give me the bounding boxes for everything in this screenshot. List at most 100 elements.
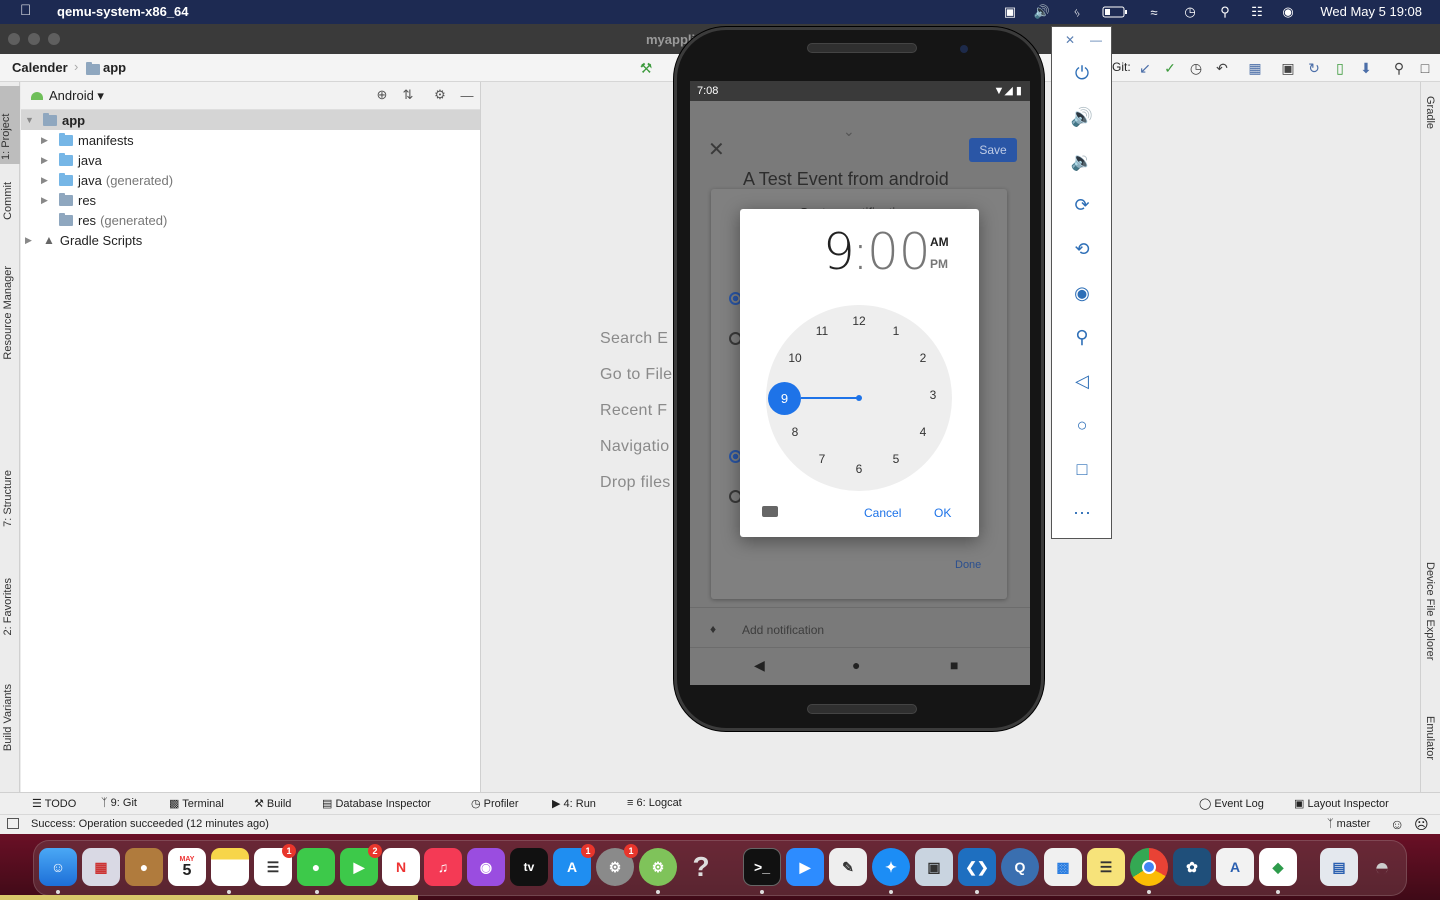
tree-item-java-generated[interactable]: ▶ java (generated) [21, 170, 480, 190]
tab-project[interactable]: 1: Project [0, 86, 20, 164]
mysql-workbench-icon[interactable]: ✿ [1173, 848, 1211, 886]
build-hammer-icon[interactable]: ⚒ [637, 59, 655, 77]
zoom-icon[interactable]: ⚲ [1070, 325, 1094, 349]
tab-terminal[interactable]: ▩ Terminal [169, 797, 224, 810]
android-studio-icon[interactable]: ⚙ [639, 848, 677, 886]
tab-database-inspector[interactable]: ▤ Database Inspector [322, 797, 431, 810]
spotlight-icon[interactable]: ⚲ [1216, 3, 1234, 21]
recents-nav-icon[interactable]: ■ [950, 657, 958, 673]
feedback-happy-icon[interactable]: ☺ [1390, 816, 1404, 832]
tree-item-res-generated[interactable]: res (generated) [21, 210, 480, 230]
sdk-manager-icon[interactable]: ⬇ [1357, 59, 1375, 77]
tree-item-java[interactable]: ▶ java [21, 150, 480, 170]
done-button[interactable]: Done [955, 559, 981, 571]
podcasts-icon[interactable]: ◉ [467, 848, 505, 886]
dial-number[interactable]: 4 [913, 425, 933, 441]
close-icon[interactable]: ✕ [1065, 33, 1075, 47]
numbers-icon[interactable]: ▩ [1044, 848, 1082, 886]
tree-item-app[interactable]: ▼ app [21, 110, 480, 130]
trash-icon[interactable]: ◓ [1363, 848, 1401, 886]
home-nav-icon[interactable]: ● [852, 657, 860, 673]
git-history-icon[interactable]: ◷ [1187, 59, 1205, 77]
dial-number[interactable]: 6 [849, 462, 869, 478]
gear-icon[interactable]: ⚙ [432, 87, 448, 103]
status-toggle-icon[interactable] [7, 818, 19, 829]
back-icon[interactable]: ◁ [1070, 369, 1094, 393]
help-icon[interactable]: ? [682, 848, 720, 886]
project-view-selector[interactable]: Android ▾ [31, 88, 104, 104]
textedit-icon[interactable]: ✎ [829, 848, 867, 886]
tab-structure[interactable]: 7: Structure [2, 470, 14, 527]
tab-gradle[interactable]: Gradle [1424, 96, 1436, 129]
downloads-stack-icon[interactable]: ▤ [1320, 848, 1358, 886]
tree-item-gradle-scripts[interactable]: ▶ ▲ Gradle Scripts [21, 230, 480, 250]
news-icon[interactable]: N [382, 848, 420, 886]
tab-logcat[interactable]: ≡ 6: Logcat [627, 797, 682, 809]
facetime-icon[interactable]: ▶ 2 [340, 844, 382, 886]
close-window-button[interactable] [8, 33, 20, 45]
project-structure-icon[interactable]: ▦ [1246, 59, 1264, 77]
status-message[interactable]: Success: Operation succeeded (12 minutes… [31, 818, 269, 830]
tab-layout-inspector[interactable]: ▣ Layout Inspector [1294, 797, 1389, 810]
zoom-app-icon[interactable]: ▶ [786, 848, 824, 886]
dial-number[interactable]: 8 [785, 425, 805, 441]
dial-number[interactable]: 3 [923, 388, 943, 404]
vscode-icon[interactable]: ❮❯ [958, 848, 996, 886]
tab-run[interactable]: ▶ 4: Run [552, 797, 596, 810]
save-button[interactable]: Save [969, 138, 1017, 162]
hide-panel-icon[interactable]: — [459, 87, 475, 103]
minimize-window-button[interactable] [28, 33, 40, 45]
camera-icon[interactable]: ◉ [1070, 281, 1094, 305]
app-store-icon[interactable]: A1 [553, 844, 595, 886]
more-icon[interactable]: ⋯ [1070, 501, 1094, 525]
tab-resource-manager[interactable]: Resource Manager [2, 266, 14, 360]
safari-icon[interactable]: ✦ [872, 848, 910, 886]
bluetooth-icon[interactable]: ᛃ [1068, 3, 1086, 21]
overview-icon[interactable]: □ [1070, 457, 1094, 481]
ok-button[interactable]: OK [934, 506, 951, 520]
tab-todo[interactable]: ☰ TODO [32, 797, 76, 810]
dial-number[interactable]: 7 [812, 452, 832, 468]
emulator-screen[interactable]: 7:08 ▼◢ ▮ ⌄ ✕ Save A Test Event from and… [690, 81, 1030, 685]
git-update-icon[interactable]: ↙ [1136, 59, 1154, 77]
dial-number[interactable]: 5 [886, 452, 906, 468]
keyboard-icon[interactable] [762, 506, 778, 517]
tab-event-log[interactable]: ◯ Event Log [1199, 797, 1264, 810]
screen-record-icon[interactable]: ▣ [1001, 3, 1019, 21]
menu-clock[interactable]: Wed May 5 19:08 [1320, 4, 1422, 19]
tab-build-variants[interactable]: Build Variants [2, 684, 14, 751]
breadcrumb-project[interactable]: Calender [12, 60, 68, 75]
am-toggle[interactable]: AM [930, 235, 949, 249]
sourcetree-icon[interactable]: ◆ [1259, 848, 1297, 886]
pm-toggle[interactable]: PM [930, 257, 948, 271]
feedback-sad-icon[interactable]: ☹ [1414, 816, 1429, 833]
tab-commit[interactable]: Commit [2, 182, 14, 220]
clock-dial[interactable]: 12 1 2 3 4 5 6 7 8 10 11 9 [766, 305, 952, 491]
launchpad-icon[interactable]: ▦ [82, 848, 120, 886]
chrome-icon[interactable] [1130, 848, 1168, 886]
minimize-icon[interactable]: — [1090, 33, 1102, 47]
xcode-icon[interactable]: A [1216, 848, 1254, 886]
reminders-icon[interactable]: ☰ 1 [254, 844, 296, 886]
git-commit-icon[interactable]: ✓ [1161, 59, 1179, 77]
picker-minute[interactable]: 00 [867, 223, 931, 281]
account-icon[interactable]: □ [1416, 59, 1434, 77]
selected-hour[interactable]: 9 [768, 382, 801, 415]
preview-icon[interactable]: ▣ [915, 848, 953, 886]
dial-number[interactable]: 12 [849, 314, 869, 330]
siri-icon[interactable]: ◉ [1279, 3, 1297, 21]
avd-manager-icon[interactable]: ▯ [1331, 59, 1349, 77]
wifi-icon[interactable]: ≈ [1145, 3, 1163, 21]
control-center-icon[interactable]: ☷ [1248, 3, 1266, 21]
tab-emulator[interactable]: Emulator [1424, 716, 1436, 760]
collapse-all-icon[interactable]: ⇅ [400, 87, 416, 103]
dial-number[interactable]: 2 [913, 351, 933, 367]
tab-device-file-explorer[interactable]: Device File Explorer [1424, 562, 1436, 660]
zoom-window-button[interactable] [48, 33, 60, 45]
dial-number[interactable]: 11 [812, 324, 832, 340]
finder-icon[interactable]: ☺ [39, 848, 77, 886]
search-icon[interactable]: ⚲ [1390, 59, 1408, 77]
apple-tv-icon[interactable]: tv [510, 848, 548, 886]
time-machine-icon[interactable]: ◷ [1181, 3, 1199, 21]
battery-icon[interactable] [1102, 3, 1128, 21]
